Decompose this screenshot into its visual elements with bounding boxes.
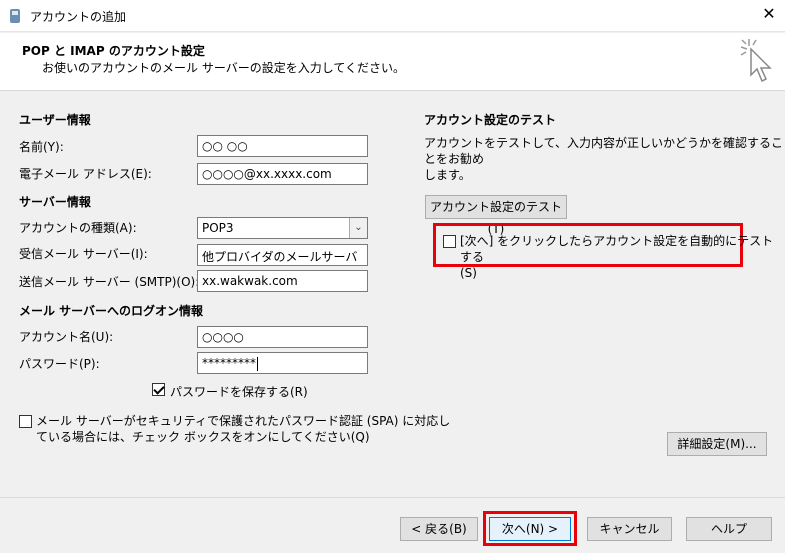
back-button[interactable]: < 戻る(B) — [400, 517, 478, 541]
cancel-button[interactable]: キャンセル — [587, 517, 672, 541]
save-password-label[interactable]: パスワードを保存する(R) — [170, 383, 308, 400]
password-value: ********* — [202, 356, 256, 370]
test-description-line2: します。 — [424, 168, 471, 182]
outgoing-server-label: 送信メール サーバー (SMTP)(O): — [19, 275, 200, 289]
advanced-settings-button[interactable]: 詳細設定(M)... — [667, 432, 767, 456]
test-heading: アカウント設定のテスト — [424, 113, 557, 127]
password-label: パスワード(P): — [19, 357, 100, 371]
text-caret — [257, 356, 258, 371]
incoming-server-label: 受信メール サーバー(I): — [19, 247, 148, 261]
account-type-value: POP3 — [202, 221, 234, 235]
close-icon[interactable]: ✕ — [761, 6, 777, 22]
name-field[interactable]: ○○ ○○ — [197, 135, 368, 157]
dialog-header: POP と IMAP のアカウント設定 お使いのアカウントのメール サーバーの設… — [0, 33, 785, 91]
test-description: アカウントをテストして、入力内容が正しいかどうかを確認することをお勧め します。 — [424, 135, 785, 183]
window-title: アカウントの追加 — [30, 10, 127, 24]
save-password-checkbox[interactable] — [152, 383, 165, 396]
next-button[interactable]: 次へ(N) > — [489, 517, 571, 541]
test-description-line1: アカウントをテストして、入力内容が正しいかどうかを確認することをお勧め — [424, 136, 784, 166]
auto-test-checkbox[interactable] — [443, 235, 456, 248]
password-field[interactable]: ********* — [197, 352, 368, 374]
account-name-label: アカウント名(U): — [19, 330, 114, 344]
header-subtitle: お使いのアカウントのメール サーバーの設定を入力してください。 — [42, 61, 405, 75]
spa-label-line1: メール サーバーがセキュリティで保護されたパスワード認証 (SPA) に対応し — [36, 414, 451, 428]
spa-label[interactable]: メール サーバーがセキュリティで保護されたパスワード認証 (SPA) に対応し … — [36, 413, 450, 445]
email-label: 電子メール アドレス(E): — [19, 167, 152, 181]
click-cursor-icon — [740, 39, 772, 83]
logon-info-heading: メール サーバーへのログオン情報 — [19, 304, 204, 318]
add-account-dialog: アカウントの追加 ✕ POP と IMAP のアカウント設定 お使いのアカウント… — [0, 0, 785, 553]
auto-test-label-line1: [次へ] をクリックしたらアカウント設定を自動的にテストする — [460, 234, 774, 264]
account-type-select[interactable]: POP3 ⌄ — [197, 217, 368, 239]
account-type-label: アカウントの種類(A): — [19, 221, 137, 235]
chevron-down-icon[interactable]: ⌄ — [349, 218, 367, 238]
auto-test-label-line2: (S) — [460, 266, 477, 280]
account-name-field[interactable]: ○○○○ — [197, 326, 368, 348]
help-button[interactable]: ヘルプ — [686, 517, 772, 541]
auto-test-label[interactable]: [次へ] をクリックしたらアカウント設定を自動的にテストする (S) — [460, 233, 785, 281]
server-info-heading: サーバー情報 — [19, 195, 91, 209]
title-bar: アカウントの追加 ✕ — [0, 0, 785, 32]
outlook-app-icon — [10, 9, 20, 23]
email-field[interactable]: ○○○○@xx.xxxx.com — [197, 163, 368, 185]
spa-checkbox[interactable] — [19, 415, 32, 428]
spa-label-line2: ている場合には、チェック ボックスをオンにしてください(Q) — [36, 430, 370, 444]
user-info-heading: ユーザー情報 — [19, 113, 91, 127]
test-account-button[interactable]: アカウント設定のテスト(T) — [425, 195, 567, 236]
header-title: POP と IMAP のアカウント設定 — [22, 44, 205, 58]
name-label: 名前(Y): — [19, 140, 64, 154]
outgoing-server-field[interactable]: xx.wakwak.com — [197, 270, 368, 292]
footer-divider — [0, 497, 785, 498]
incoming-server-field[interactable]: 他プロバイダのメールサーバ — [197, 244, 368, 266]
